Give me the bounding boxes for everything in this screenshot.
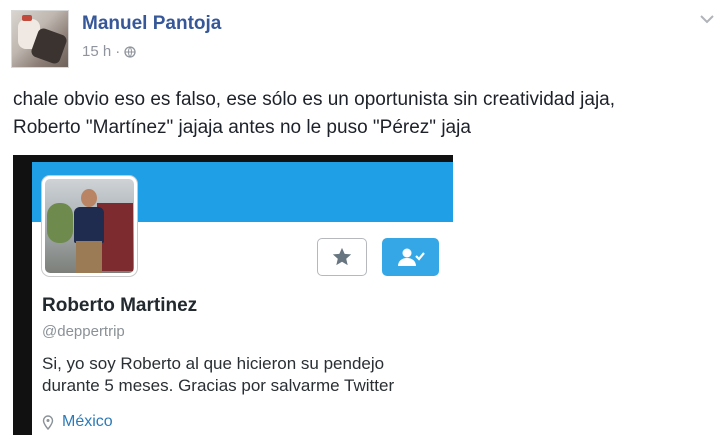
post-text-line: Roberto "Martínez" jajaja antes no le pu… [13, 117, 471, 138]
bio-line: durante 5 meses. Gracias por salvarme Tw… [42, 376, 395, 395]
bio-line: Si, yo soy Roberto al que hicieron su pe… [42, 354, 385, 373]
author-name-link[interactable]: Manuel Pantoja [82, 13, 221, 35]
post-body: chale obvio eso es falso, ese sólo es un… [13, 86, 713, 142]
favorite-button[interactable] [317, 238, 367, 276]
profile-handle: @deppertrip [42, 323, 125, 340]
user-check-icon [397, 248, 425, 266]
location-link[interactable]: México [62, 413, 113, 431]
shared-screenshot[interactable]: Roberto Martinez @deppertrip Si, yo soy … [13, 155, 453, 435]
post-timestamp[interactable]: 15 h [82, 43, 111, 60]
post-text-line: chale obvio eso es falso, ese sólo es un… [13, 89, 616, 110]
map-pin-icon [42, 414, 54, 430]
post-header: Manuel Pantoja 15 h · [0, 0, 728, 80]
profile-location: México [42, 413, 113, 431]
profile-display-name: Roberto Martinez [42, 295, 198, 316]
star-icon [332, 247, 352, 266]
follow-button[interactable] [382, 238, 439, 276]
globe-icon[interactable] [124, 45, 136, 58]
profile-bio: Si, yo soy Roberto al que hicieron su pe… [42, 353, 447, 397]
meta-separator: · [115, 43, 121, 60]
author-avatar[interactable] [11, 10, 69, 68]
post-meta: 15 h · [82, 43, 136, 60]
profile-photo [42, 176, 137, 276]
twitter-profile-card: Roberto Martinez @deppertrip Si, yo soy … [32, 162, 453, 435]
chevron-down-icon[interactable] [700, 14, 714, 24]
